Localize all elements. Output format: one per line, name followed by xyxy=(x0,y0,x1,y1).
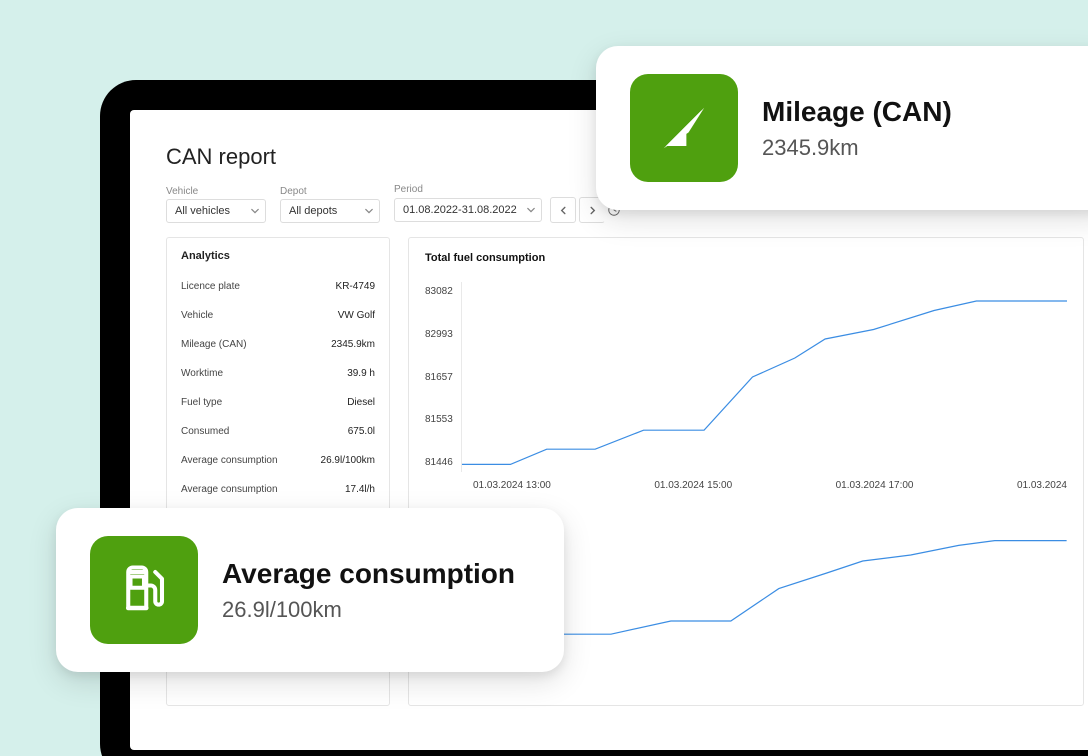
kv-vehicle: VehicleVW Golf xyxy=(181,301,375,330)
depot-select-value: All depots xyxy=(289,205,337,217)
analytics-heading: Analytics xyxy=(181,250,375,262)
avg-card-title: Average consumption xyxy=(222,557,515,590)
kv-licence-plate: Licence plateKR-4749 xyxy=(181,272,375,301)
vehicle-select-value: All vehicles xyxy=(175,205,230,217)
chevron-down-icon xyxy=(251,207,259,215)
period-select[interactable]: 01.08.2022-31.08.2022 xyxy=(394,198,542,222)
chevron-down-icon xyxy=(365,207,373,215)
mileage-card-value: 2345.9km xyxy=(762,135,952,161)
chevron-down-icon xyxy=(527,206,535,214)
kv-consumed: Consumed675.0l xyxy=(181,417,375,446)
kv-avg100: Average consumption26.9l/100km xyxy=(181,446,375,475)
period-select-value: 01.08.2022-31.08.2022 xyxy=(403,204,517,216)
period-filter-label: Period xyxy=(394,184,626,195)
period-prev-button[interactable] xyxy=(550,197,576,223)
chart1-yaxis: 83082 82993 81657 81553 81446 xyxy=(425,282,461,472)
navigation-arrow-icon xyxy=(630,74,738,182)
kv-mileage: Mileage (CAN)2345.9km xyxy=(181,330,375,359)
fuel-pump-icon xyxy=(90,536,198,644)
highlight-card-mileage: Mileage (CAN) 2345.9km xyxy=(596,46,1088,210)
vehicle-filter-label: Vehicle xyxy=(166,186,266,197)
kv-avgh: Average consumption17.4l/h xyxy=(181,475,375,504)
avg-card-value: 26.9l/100km xyxy=(222,597,515,623)
depot-filter-label: Depot xyxy=(280,186,380,197)
chart1: 83082 82993 81657 81553 81446 xyxy=(425,282,1067,472)
mileage-card-title: Mileage (CAN) xyxy=(762,95,952,128)
kv-fueltype: Fuel typeDiesel xyxy=(181,388,375,417)
chart1-xaxis: 01.03.2024 13:00 01.03.2024 15:00 01.03.… xyxy=(425,480,1067,491)
vehicle-select[interactable]: All vehicles xyxy=(166,199,266,223)
depot-select[interactable]: All depots xyxy=(280,199,380,223)
chart1-title: Total fuel consumption xyxy=(425,252,1067,264)
kv-worktime: Worktime39.9 h xyxy=(181,359,375,388)
highlight-card-avg-consumption: Average consumption 26.9l/100km xyxy=(56,508,564,672)
chart1-plot xyxy=(461,282,1067,472)
